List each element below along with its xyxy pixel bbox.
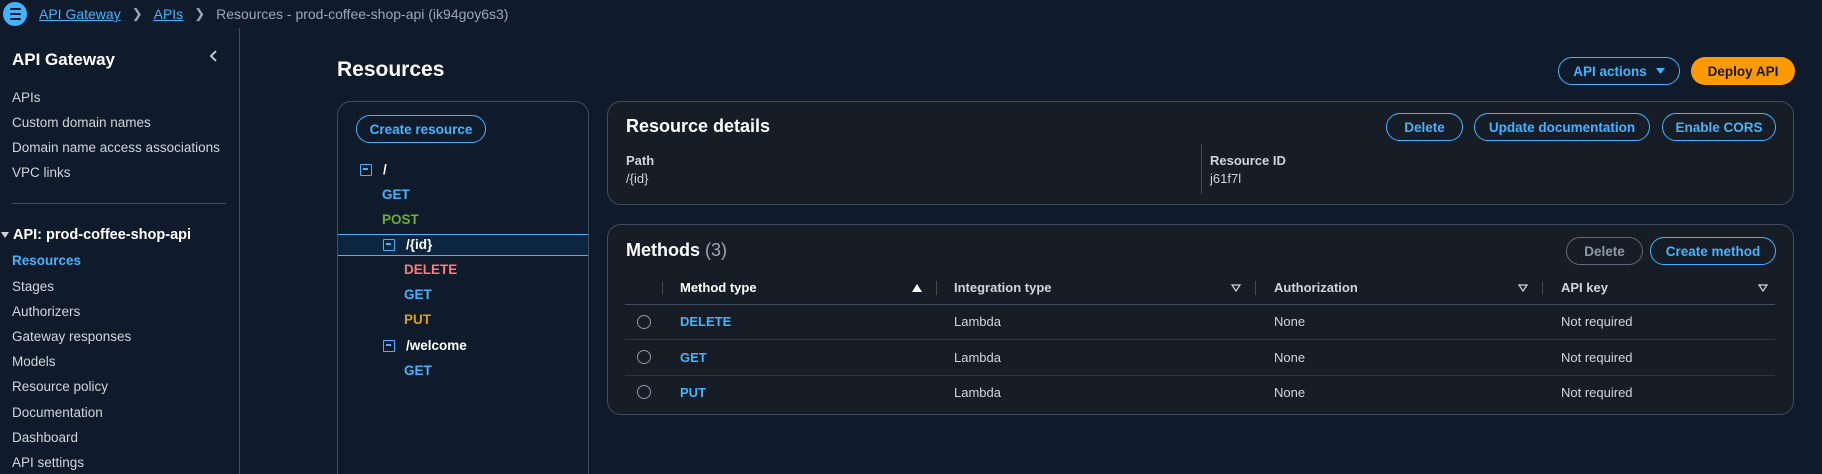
tree-node-root[interactable]: / — [360, 162, 387, 177]
enable-cors-button[interactable]: Enable CORS — [1662, 113, 1776, 141]
sidebar-title: API Gateway — [12, 50, 115, 69]
sort-icon[interactable] — [1758, 284, 1768, 292]
resource-id-label: Resource ID — [1210, 153, 1286, 168]
tree-method-delete[interactable]: DELETE — [404, 262, 457, 277]
breadcrumb-api-gateway[interactable]: API Gateway — [39, 6, 121, 22]
chevron-right-icon: ❯ — [194, 6, 206, 21]
path-label: Path — [626, 153, 655, 168]
tree-node-label: /{id} — [406, 237, 433, 252]
authorization-cell: None — [1274, 314, 1306, 329]
deploy-api-button[interactable]: Deploy API — [1691, 57, 1795, 85]
integration-type-cell: Lambda — [954, 350, 1001, 365]
resource-id-value: j61f7l — [1210, 171, 1242, 186]
sidebar-item-vpc-links[interactable]: VPC links — [12, 165, 71, 180]
tree-method-get[interactable]: GET — [404, 287, 432, 302]
tree-node-welcome[interactable]: /welcome — [383, 338, 467, 353]
tree-node-label: / — [383, 162, 387, 177]
sidebar-item-resources[interactable]: Resources — [12, 253, 81, 268]
methods-title-text: Methods — [626, 240, 700, 260]
sidebar-item-models[interactable]: Models — [12, 354, 56, 369]
column-header-api-key[interactable]: API key — [1561, 280, 1608, 295]
sidebar-item-apis[interactable]: APIs — [12, 90, 41, 105]
integration-type-cell: Lambda — [954, 314, 1001, 329]
sidebar-item-resource-policy[interactable]: Resource policy — [12, 379, 108, 394]
delete-method-button[interactable]: Delete — [1566, 237, 1643, 265]
column-separator — [1255, 281, 1256, 295]
sidebar: API Gateway APIs Custom domain names Dom… — [0, 28, 240, 474]
resource-details-title: Resource details — [626, 116, 771, 136]
method-link[interactable]: DELETE — [680, 314, 731, 329]
sidebar-api-section-label: API: prod-coffee-shop-api — [13, 227, 192, 243]
method-link[interactable]: PUT — [680, 385, 706, 400]
menu-icon[interactable] — [3, 2, 27, 26]
breadcrumb: API Gateway ❯ APIs ❯ Resources - prod-co… — [39, 6, 508, 22]
tree-selected-highlight — [338, 234, 588, 256]
breadcrumb-apis[interactable]: APIs — [154, 6, 184, 22]
integration-type-cell: Lambda — [954, 385, 1001, 400]
tree-method-post[interactable]: POST — [382, 212, 419, 227]
tree-node-label: /welcome — [406, 338, 467, 353]
row-radio[interactable] — [637, 350, 651, 364]
authorization-cell: None — [1274, 385, 1306, 400]
methods-title: Methods (3) — [626, 240, 727, 261]
sidebar-item-documentation[interactable]: Documentation — [12, 405, 103, 420]
api-actions-label: API actions — [1573, 63, 1647, 79]
resource-tree-panel: Create resource / GET POST /{id} DELETE … — [337, 101, 589, 474]
top-navigation-bar: API Gateway ❯ APIs ❯ Resources - prod-co… — [0, 0, 1822, 28]
sidebar-item-custom-domain-names[interactable]: Custom domain names — [12, 115, 151, 130]
tree-method-get[interactable]: GET — [404, 363, 432, 378]
create-method-button[interactable]: Create method — [1650, 237, 1776, 265]
create-resource-button[interactable]: Create resource — [356, 115, 486, 143]
breadcrumb-current: Resources - prod-coffee-shop-api (ik94go… — [216, 6, 509, 22]
chevron-right-icon: ❯ — [131, 6, 143, 21]
column-separator — [1542, 281, 1543, 295]
row-divider — [625, 339, 1775, 340]
page-title: Resources — [337, 58, 445, 81]
column-header-authorization[interactable]: Authorization — [1274, 280, 1358, 295]
sidebar-api-section[interactable]: API: prod-coffee-shop-api — [0, 227, 191, 243]
column-divider — [1201, 144, 1202, 194]
row-radio[interactable] — [637, 315, 651, 329]
row-divider — [625, 375, 1775, 376]
delete-resource-button[interactable]: Delete — [1386, 113, 1463, 141]
sidebar-item-stages[interactable]: Stages — [12, 279, 54, 294]
resource-details-container: Resource details Delete Update documenta… — [607, 101, 1794, 205]
collapse-icon[interactable] — [360, 163, 372, 176]
sidebar-item-domain-name-access-associations[interactable]: Domain name access associations — [12, 140, 220, 155]
sidebar-item-authorizers[interactable]: Authorizers — [12, 304, 80, 319]
column-header-method-type[interactable]: Method type — [680, 280, 757, 295]
path-value: /{id} — [626, 171, 649, 186]
caret-down-icon — [1655, 68, 1665, 74]
column-separator — [662, 281, 663, 295]
sort-ascending-icon[interactable] — [912, 284, 922, 292]
api-key-cell: Not required — [1561, 350, 1633, 365]
tree-method-get[interactable]: GET — [382, 187, 410, 202]
authorization-cell: None — [1274, 350, 1306, 365]
header-divider — [625, 304, 1775, 305]
chevron-left-icon[interactable] — [206, 48, 222, 64]
collapse-icon[interactable] — [383, 339, 395, 352]
method-link[interactable]: GET — [680, 350, 707, 365]
column-separator — [936, 281, 937, 295]
sidebar-item-gateway-responses[interactable]: Gateway responses — [12, 329, 131, 344]
caret-down-icon — [1, 232, 9, 238]
tree-node-id[interactable]: /{id} — [383, 237, 432, 252]
sort-icon[interactable] — [1518, 284, 1528, 292]
tree-method-put[interactable]: PUT — [404, 312, 431, 327]
sidebar-divider — [12, 203, 226, 204]
api-actions-button[interactable]: API actions — [1558, 57, 1680, 85]
sidebar-item-dashboard[interactable]: Dashboard — [12, 430, 78, 445]
row-radio[interactable] — [637, 385, 651, 399]
column-header-integration-type[interactable]: Integration type — [954, 280, 1052, 295]
api-key-cell: Not required — [1561, 314, 1633, 329]
sidebar-item-api-settings[interactable]: API settings — [12, 455, 84, 470]
api-key-cell: Not required — [1561, 385, 1633, 400]
sort-icon[interactable] — [1231, 284, 1241, 292]
methods-count: (3) — [705, 240, 728, 260]
collapse-icon[interactable] — [383, 238, 395, 251]
update-documentation-button[interactable]: Update documentation — [1474, 113, 1650, 141]
